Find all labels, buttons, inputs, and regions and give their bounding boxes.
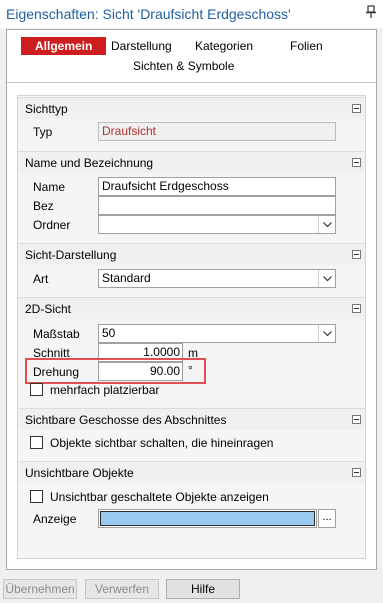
anzeige-label: Anzeige bbox=[33, 512, 77, 526]
collapse-icon[interactable] bbox=[352, 468, 361, 477]
art-dropdown[interactable]: Standard bbox=[98, 269, 336, 288]
anzeige-color-field[interactable] bbox=[98, 509, 317, 528]
collapse-icon[interactable] bbox=[352, 104, 361, 113]
bez-field[interactable] bbox=[98, 196, 336, 215]
mehrfach-label[interactable]: mehrfach platzierbar bbox=[50, 383, 159, 397]
section-name[interactable]: Name und Bezeichnung bbox=[18, 151, 365, 173]
pin-icon[interactable] bbox=[365, 5, 377, 21]
section-sichtbare-geschosse[interactable]: Sichtbare Geschosse des Abschnittes bbox=[18, 408, 365, 430]
section-title: Sicht-Darstellung bbox=[25, 248, 117, 262]
section-title: Sichttyp bbox=[25, 102, 68, 116]
typ-field: Draufsicht bbox=[98, 122, 336, 141]
name-field[interactable]: Draufsicht Erdgeschoss bbox=[98, 177, 336, 196]
chevron-down-icon[interactable] bbox=[318, 216, 335, 233]
tab-darstellung[interactable]: Darstellung bbox=[107, 37, 176, 55]
section-sicht-darstellung[interactable]: Sicht-Darstellung bbox=[18, 243, 365, 265]
bez-label: Bez bbox=[33, 199, 54, 213]
mehrfach-checkbox[interactable] bbox=[30, 383, 43, 396]
massstab-dropdown[interactable]: 50 bbox=[98, 324, 336, 343]
color-swatch bbox=[100, 511, 315, 526]
section-title: Unsichtbare Objekte bbox=[25, 466, 134, 480]
ordner-dropdown[interactable] bbox=[98, 215, 336, 234]
ordner-label: Ordner bbox=[33, 218, 71, 232]
collapse-icon[interactable] bbox=[352, 158, 361, 167]
tab-divider bbox=[7, 82, 376, 83]
apply-button[interactable]: Übernehmen bbox=[3, 579, 77, 599]
tab-kategorien[interactable]: Kategorien bbox=[191, 37, 257, 55]
button-bar: Übernehmen Verwerfen Hilfe bbox=[0, 574, 383, 603]
help-button[interactable]: Hilfe bbox=[166, 579, 240, 599]
section-sichttyp[interactable]: Sichttyp bbox=[18, 97, 365, 119]
discard-button[interactable]: Verwerfen bbox=[85, 579, 159, 599]
drehung-highlight bbox=[25, 358, 206, 384]
chevron-down-icon[interactable] bbox=[318, 270, 335, 287]
title-bar: Eigenschaften: Sicht 'Draufsicht Erdgesc… bbox=[0, 0, 383, 28]
section-2d-sicht[interactable]: 2D-Sicht bbox=[18, 297, 365, 319]
anzeigen-checkbox[interactable] bbox=[30, 490, 43, 503]
collapse-icon[interactable] bbox=[352, 304, 361, 313]
massstab-value: 50 bbox=[102, 326, 116, 340]
collapse-icon[interactable] bbox=[352, 250, 361, 259]
name-label: Name bbox=[33, 180, 66, 194]
anzeigen-label[interactable]: Unsichtbar geschaltete Objekte anzeigen bbox=[50, 490, 269, 504]
collapse-icon[interactable] bbox=[352, 415, 361, 424]
chevron-down-icon[interactable] bbox=[318, 325, 335, 342]
section-title: Sichtbare Geschosse des Abschnittes bbox=[25, 413, 227, 427]
section-title: Name und Bezeichnung bbox=[25, 156, 154, 170]
massstab-label: Maßstab bbox=[33, 327, 80, 341]
window-title: Eigenschaften: Sicht 'Draufsicht Erdgesc… bbox=[6, 6, 291, 22]
tab-folien[interactable]: Folien bbox=[286, 37, 327, 55]
art-value: Standard bbox=[102, 271, 151, 285]
objekte-label[interactable]: Objekte sichtbar schalten, die hineinrag… bbox=[50, 436, 273, 450]
tab-allgemein[interactable]: Allgemein bbox=[21, 37, 107, 55]
color-picker-button[interactable]: ... bbox=[318, 509, 336, 528]
section-title: 2D-Sicht bbox=[25, 302, 72, 316]
art-label: Art bbox=[33, 272, 49, 286]
section-unsichtbare-objekte[interactable]: Unsichtbare Objekte bbox=[18, 461, 365, 483]
objekte-checkbox[interactable] bbox=[30, 436, 43, 449]
tab-bar: Allgemein Darstellung Kategorien Folien … bbox=[7, 30, 376, 82]
typ-label: Typ bbox=[33, 125, 53, 139]
tab-sichten-symbole[interactable]: Sichten & Symbole bbox=[129, 57, 238, 75]
